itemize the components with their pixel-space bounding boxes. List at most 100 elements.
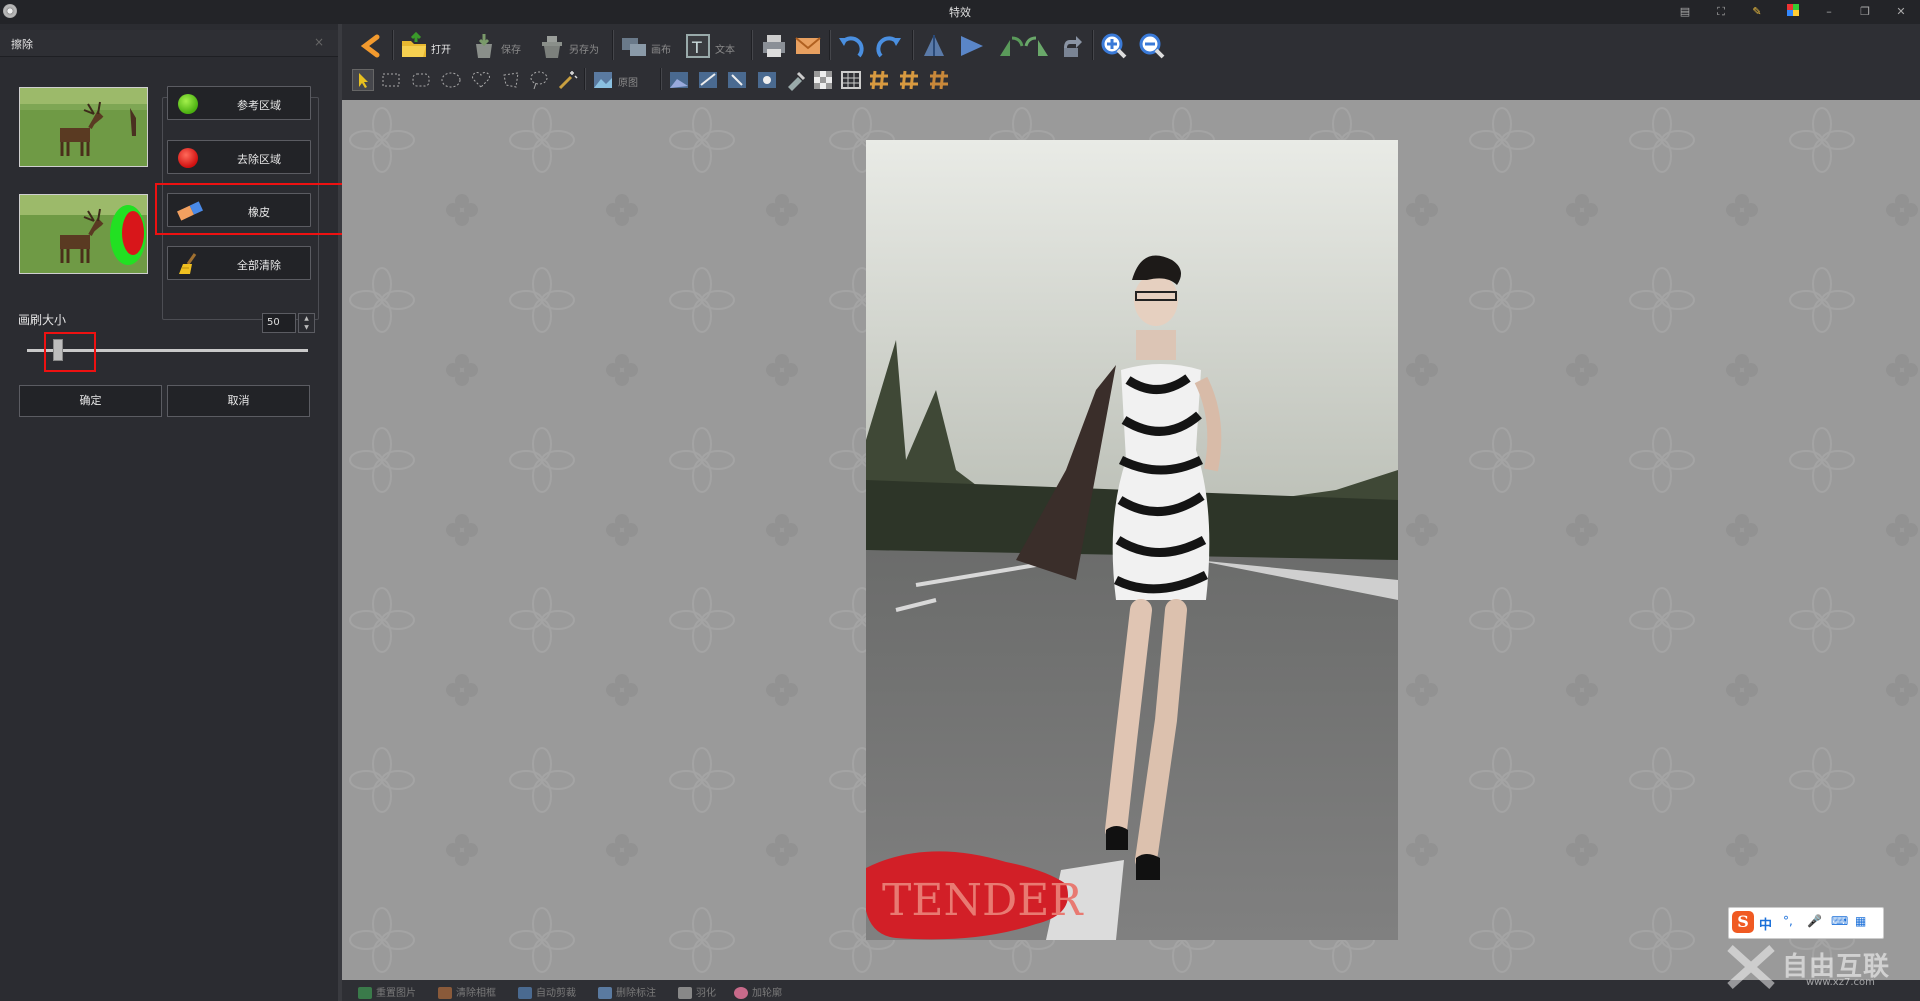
window-title: 特效 <box>949 6 971 19</box>
photo-tool-1[interactable] <box>668 69 690 91</box>
save-label: 保存 <box>501 45 521 56</box>
preview-original-thumbnail <box>19 87 148 167</box>
ellipse-select-tool[interactable] <box>440 69 462 91</box>
crop-icon <box>518 987 532 999</box>
microphone-icon[interactable]: 🎤 <box>1807 914 1822 928</box>
file-icon[interactable]: ▤ <box>1676 3 1694 21</box>
polygon-select-tool[interactable] <box>500 69 522 91</box>
print-button[interactable] <box>760 30 788 60</box>
photo-watermark-text: TENDER <box>882 875 1084 926</box>
printer-icon <box>763 35 785 57</box>
heart-select-tool[interactable] <box>470 69 492 91</box>
lasso-icon <box>530 71 548 90</box>
redo-icon <box>876 36 901 58</box>
broom-icon <box>177 252 201 279</box>
redo-button[interactable] <box>875 30 903 60</box>
green-dot-icon <box>178 94 198 114</box>
brush-size-label: 画刷大小 <box>18 313 67 327</box>
separator <box>392 30 394 60</box>
reference-area-label: 参考区域 <box>237 99 281 112</box>
remove-area-button[interactable]: 去除区域 <box>167 140 311 174</box>
pencil-icon[interactable]: ✎ <box>1748 3 1766 21</box>
title-bar: 特效 ▤ ⛶ ✎ – ❐ ✕ <box>0 0 1920 24</box>
separator <box>1092 30 1094 60</box>
brush-size-input[interactable]: 50 <box>262 313 296 333</box>
grid-tool[interactable] <box>840 69 862 91</box>
reset-image-item[interactable]: 重置图片 <box>358 984 416 999</box>
image-canvas[interactable]: TENDER <box>342 100 1920 980</box>
save-as-button[interactable]: 另存为 <box>538 30 606 60</box>
ok-button[interactable]: 确定 <box>19 385 162 417</box>
zoom-out-button[interactable] <box>1138 30 1166 60</box>
hash-tool-3[interactable] <box>928 69 950 91</box>
palette-icon[interactable] <box>1784 3 1802 21</box>
rotate-right-button[interactable] <box>1024 30 1052 60</box>
red-dot-icon <box>178 148 198 168</box>
email-button[interactable] <box>794 30 822 60</box>
ime-toolbar[interactable]: S 中 °, 🎤 ⌨ ▦ <box>1728 907 1884 939</box>
flip-horizontal-button[interactable] <box>958 30 986 60</box>
canvas-icon <box>622 38 646 56</box>
reference-area-button[interactable]: 参考区域 <box>167 86 311 120</box>
flip-vertical-button[interactable] <box>920 30 948 60</box>
hand-button[interactable] <box>1058 30 1086 60</box>
status-bar: 重置图片 清除相框 自动剪裁 删除标注 羽化 加轮廓 <box>342 980 1920 1001</box>
apps-icon[interactable]: ▦ <box>1855 914 1866 928</box>
open-button[interactable]: 打开 <box>400 30 460 60</box>
back-button[interactable] <box>357 30 385 60</box>
canvas-button[interactable]: 画布 <box>620 30 680 60</box>
fullscreen-icon[interactable]: ⛶ <box>1712 3 1730 21</box>
clear-frame-item[interactable]: 清除相框 <box>438 984 496 999</box>
panel-close-icon[interactable]: × <box>314 35 324 49</box>
save-as-icon <box>542 36 562 58</box>
photo-tool-4[interactable] <box>756 69 778 91</box>
select-arrow-tool[interactable] <box>352 69 374 91</box>
separator <box>612 30 614 60</box>
minimize-icon[interactable]: – <box>1820 3 1838 21</box>
canvas-label: 画布 <box>651 45 671 56</box>
delete-annotation-item[interactable]: 删除标注 <box>598 984 656 999</box>
text-button[interactable]: T 文本 <box>684 30 744 60</box>
photo-woman-walking-on-road[interactable]: TENDER <box>866 140 1398 940</box>
transparency-tool[interactable] <box>812 69 834 91</box>
feather-item[interactable]: 羽化 <box>678 984 716 999</box>
photo-resize-icon <box>728 72 746 88</box>
photo-tool-3[interactable] <box>726 69 748 91</box>
rect-select-tool[interactable] <box>380 69 402 91</box>
text-icon: T <box>686 34 710 58</box>
spin-up-icon[interactable]: ▲ <box>299 314 314 323</box>
clear-all-label: 全部清除 <box>237 259 281 272</box>
rotate-left-button[interactable] <box>996 30 1024 60</box>
rounded-select-tool[interactable] <box>410 69 432 91</box>
separator <box>912 30 914 60</box>
auto-crop-item[interactable]: 自动剪裁 <box>518 984 576 999</box>
add-outline-item[interactable]: 加轮廓 <box>734 984 782 999</box>
feather-label: 羽化 <box>696 988 716 999</box>
hash-icon <box>930 70 948 90</box>
keyboard-icon[interactable]: ⌨ <box>1831 914 1848 928</box>
back-arrow-icon <box>360 34 380 58</box>
original-image-tool[interactable]: 原图 <box>592 69 652 91</box>
save-button[interactable]: 保存 <box>470 30 530 60</box>
lasso-tool[interactable] <box>528 69 550 91</box>
punctuation-icon[interactable]: °, <box>1783 914 1793 928</box>
tool-5[interactable] <box>784 69 806 91</box>
restore-icon[interactable]: ❐ <box>1856 3 1874 21</box>
clear-all-button[interactable]: 全部清除 <box>167 246 311 280</box>
photo-edit-icon <box>670 72 688 88</box>
magic-wand-tool[interactable] <box>556 69 578 91</box>
panel-header: 擦除 × <box>0 30 338 57</box>
zoom-in-button[interactable] <box>1100 30 1128 60</box>
cancel-button[interactable]: 取消 <box>167 385 310 417</box>
close-icon[interactable]: ✕ <box>1892 3 1910 21</box>
hash-tool-1[interactable] <box>868 69 890 91</box>
photo-tool-2[interactable] <box>697 69 719 91</box>
hash-tool-2[interactable] <box>898 69 920 91</box>
spin-down-icon[interactable]: ▼ <box>299 323 314 332</box>
ime-language[interactable]: 中 <box>1759 914 1772 933</box>
ellipse-select-icon <box>441 72 461 88</box>
envelope-icon <box>795 37 821 54</box>
undo-button[interactable] <box>837 30 865 60</box>
brush-size-spinner[interactable]: ▲ ▼ <box>298 313 315 333</box>
separator <box>584 68 586 90</box>
